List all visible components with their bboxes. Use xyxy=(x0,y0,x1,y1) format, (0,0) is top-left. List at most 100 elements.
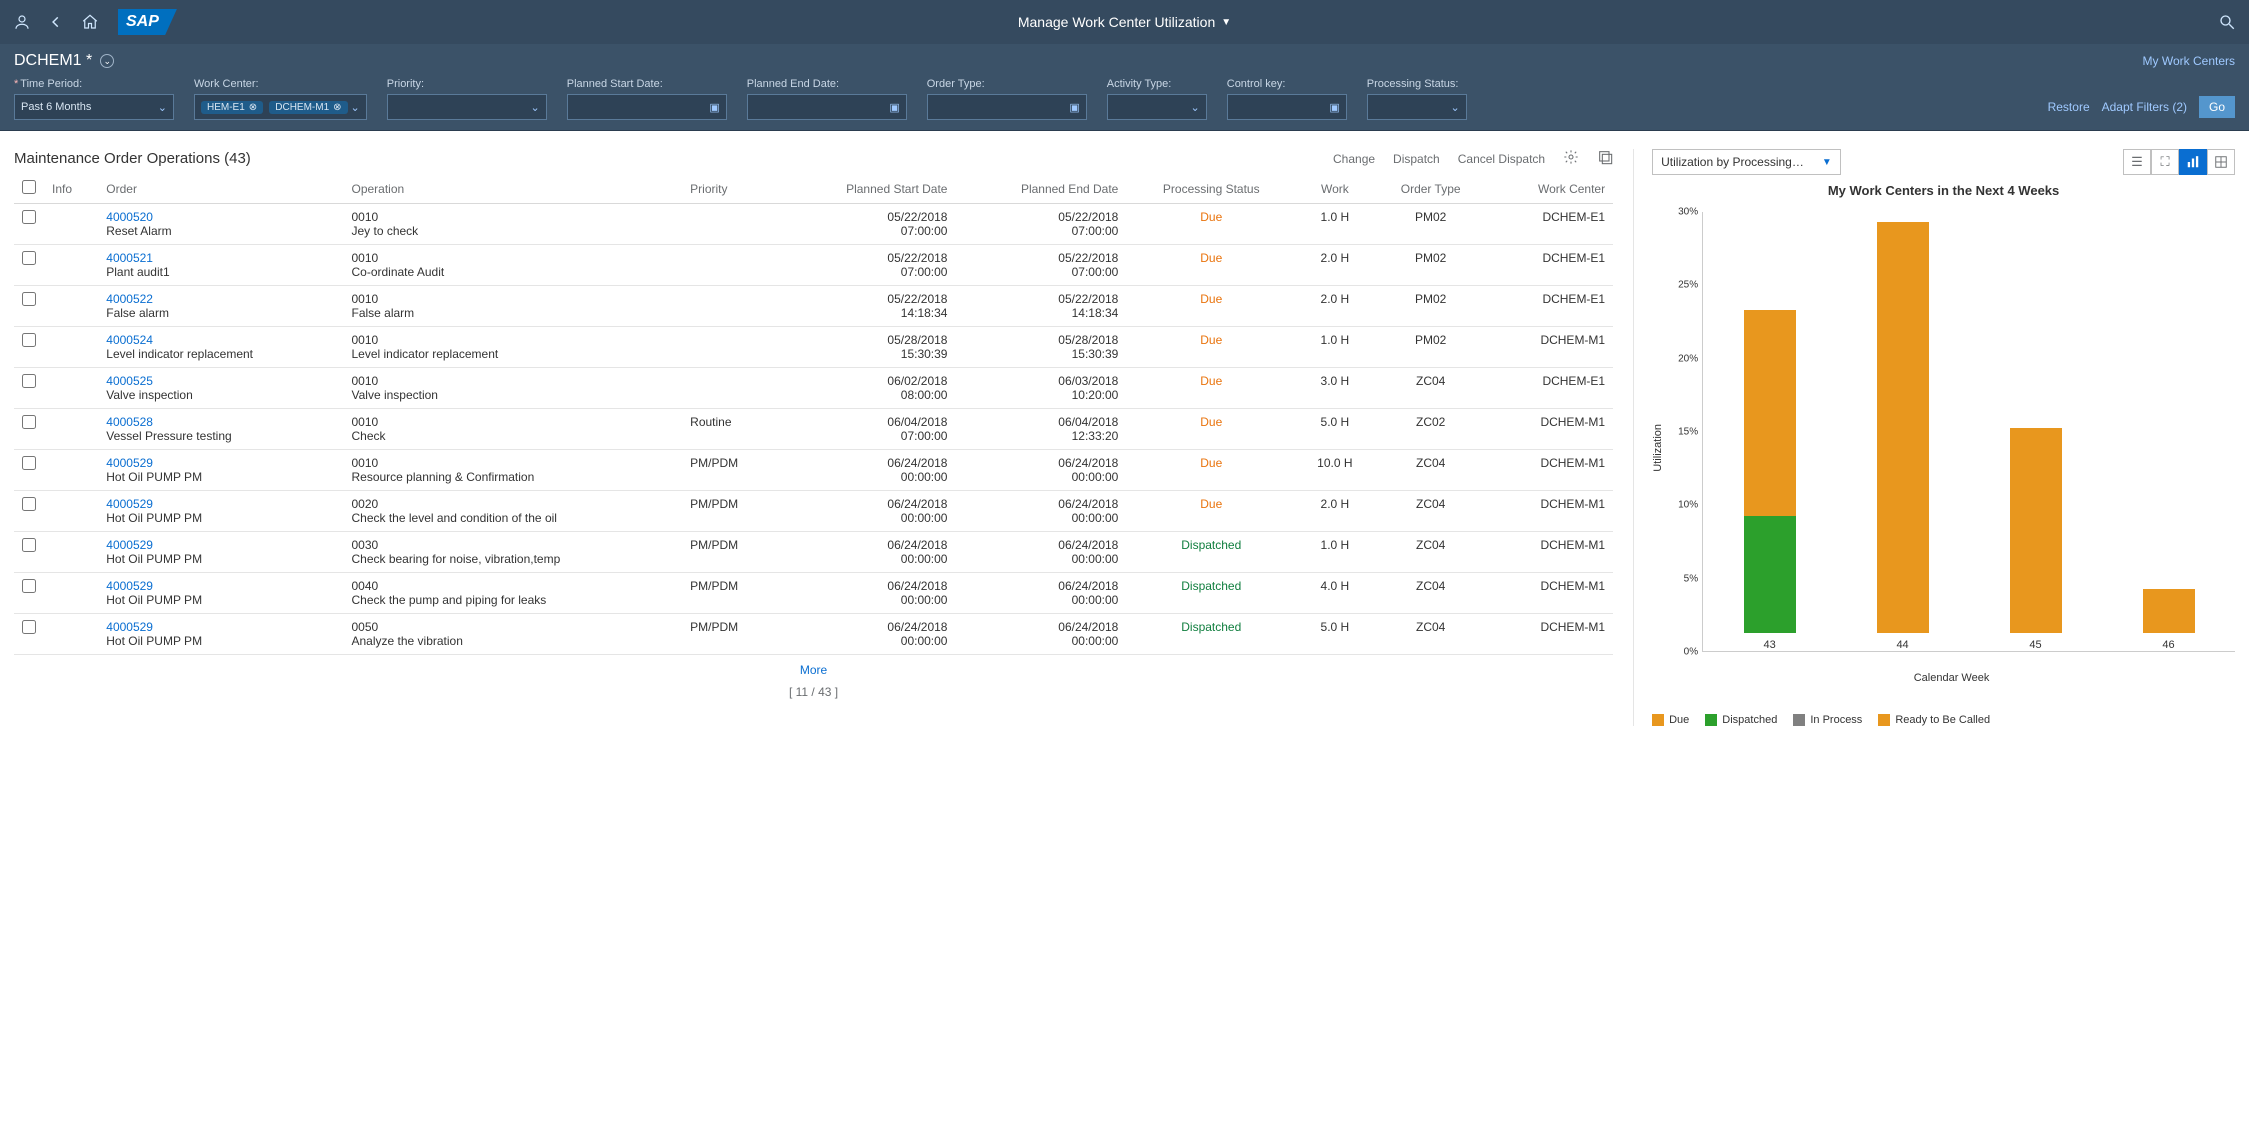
order-link[interactable]: 4000529 xyxy=(106,497,335,511)
order-link[interactable]: 4000525 xyxy=(106,374,335,388)
table-row[interactable]: 4000522False alarm0010False alarm05/22/2… xyxy=(14,286,1613,327)
table-row[interactable]: 4000529Hot Oil PUMP PM0030Check bearing … xyxy=(14,532,1613,573)
row-checkbox[interactable] xyxy=(22,251,36,265)
pstart-time: 00:00:00 xyxy=(787,634,948,648)
pend-time: 15:30:39 xyxy=(963,347,1118,361)
col-work-center[interactable]: Work Center xyxy=(1488,174,1613,204)
table-row[interactable]: 4000528Vessel Pressure testing0010CheckR… xyxy=(14,409,1613,450)
order-type-input[interactable]: ▣ xyxy=(927,94,1087,120)
chart-title: My Work Centers in the Next 4 Weeks xyxy=(1652,183,2235,198)
work-center-input[interactable]: HEM-E1 ⊗ DCHEM-M1 ⊗ ⌄ xyxy=(194,94,367,120)
user-icon[interactable] xyxy=(12,12,32,32)
more-link[interactable]: More xyxy=(14,655,1613,685)
value-help-icon[interactable]: ▣ xyxy=(889,101,899,114)
planned-start-input[interactable]: ▣ xyxy=(567,94,727,120)
order-link[interactable]: 4000528 xyxy=(106,415,335,429)
variant-selector[interactable]: DCHEM1 * ⌄ xyxy=(14,52,114,70)
col-operation[interactable]: Operation xyxy=(343,174,682,204)
token[interactable]: DCHEM-M1 ⊗ xyxy=(269,101,347,114)
col-priority[interactable]: Priority xyxy=(682,174,778,204)
bar-column[interactable]: 46 xyxy=(2122,212,2215,651)
row-checkbox[interactable] xyxy=(22,456,36,470)
order-link[interactable]: 4000520 xyxy=(106,210,335,224)
order-link[interactable]: 4000529 xyxy=(106,579,335,593)
row-checkbox[interactable] xyxy=(22,210,36,224)
col-order[interactable]: Order xyxy=(98,174,343,204)
table-row[interactable]: 4000525Valve inspection0010Valve inspect… xyxy=(14,368,1613,409)
value-help-icon[interactable]: ▣ xyxy=(709,101,719,114)
value-help-icon[interactable]: ▣ xyxy=(1329,101,1339,114)
col-info[interactable]: Info xyxy=(44,174,98,204)
variant-header: DCHEM1 * ⌄ My Work Centers xyxy=(0,44,2249,78)
operation-number: 0010 xyxy=(351,210,674,224)
time-period-select[interactable]: Past 6 Months ⌄ xyxy=(14,94,174,120)
col-work[interactable]: Work xyxy=(1296,174,1373,204)
go-button[interactable]: Go xyxy=(2199,96,2235,118)
table-row[interactable]: 4000529Hot Oil PUMP PM0010Resource plann… xyxy=(14,450,1613,491)
bar-segment-due[interactable] xyxy=(1877,222,1929,633)
order-link[interactable]: 4000522 xyxy=(106,292,335,306)
row-checkbox[interactable] xyxy=(22,620,36,634)
row-checkbox[interactable] xyxy=(22,333,36,347)
processing-status-select[interactable]: ⌄ xyxy=(1367,94,1467,120)
work-center-cell: DCHEM-E1 xyxy=(1488,245,1613,286)
activity-type-select[interactable]: ⌄ xyxy=(1107,94,1207,120)
my-work-centers-link[interactable]: My Work Centers xyxy=(2143,54,2235,68)
view-list-icon[interactable]: ☰ xyxy=(2123,149,2151,175)
back-icon[interactable] xyxy=(46,12,66,32)
y-tick: 25% xyxy=(1668,280,1698,291)
col-processing-status[interactable]: Processing Status xyxy=(1126,174,1296,204)
value-help-icon[interactable]: ▣ xyxy=(1069,101,1079,114)
row-checkbox[interactable] xyxy=(22,292,36,306)
priority-select[interactable]: ⌄ xyxy=(387,94,547,120)
table-row[interactable]: 4000520Reset Alarm0010Jey to check05/22/… xyxy=(14,204,1613,245)
view-expand-icon[interactable]: ⛶ xyxy=(2151,149,2179,175)
chevron-down-icon: ⌄ xyxy=(531,101,540,114)
table-row[interactable]: 4000529Hot Oil PUMP PM0050Analyze the vi… xyxy=(14,614,1613,655)
order-desc: Level indicator replacement xyxy=(106,347,335,361)
order-link[interactable]: 4000524 xyxy=(106,333,335,347)
bar-segment-due[interactable] xyxy=(2010,428,2062,633)
row-checkbox[interactable] xyxy=(22,579,36,593)
bar-column[interactable]: 44 xyxy=(1856,212,1949,651)
view-table-icon[interactable] xyxy=(2207,149,2235,175)
export-icon[interactable] xyxy=(1597,149,1613,168)
table-row[interactable]: 4000521Plant audit10010Co-ordinate Audit… xyxy=(14,245,1613,286)
shell-title[interactable]: Manage Work Center Utilization ▼ xyxy=(1018,14,1231,30)
row-checkbox[interactable] xyxy=(22,538,36,552)
col-planned-end[interactable]: Planned End Date xyxy=(955,174,1126,204)
bar-segment-dispatched[interactable] xyxy=(1744,516,1796,633)
planned-end-input[interactable]: ▣ xyxy=(747,94,907,120)
restore-link[interactable]: Restore xyxy=(2048,100,2090,114)
bar-column[interactable]: 45 xyxy=(1989,212,2082,651)
select-all-checkbox[interactable] xyxy=(22,180,36,194)
home-icon[interactable] xyxy=(80,12,100,32)
pend-date: 05/22/2018 xyxy=(963,251,1118,265)
row-checkbox[interactable] xyxy=(22,374,36,388)
order-link[interactable]: 4000529 xyxy=(106,538,335,552)
col-order-type[interactable]: Order Type xyxy=(1374,174,1488,204)
row-checkbox[interactable] xyxy=(22,415,36,429)
order-link[interactable]: 4000521 xyxy=(106,251,335,265)
order-link[interactable]: 4000529 xyxy=(106,620,335,634)
token[interactable]: HEM-E1 ⊗ xyxy=(201,101,263,114)
table-row[interactable]: 4000529Hot Oil PUMP PM0040Check the pump… xyxy=(14,573,1613,614)
control-key-input[interactable]: ▣ xyxy=(1227,94,1347,120)
table-row[interactable]: 4000524Level indicator replacement0010Le… xyxy=(14,327,1613,368)
work-center-cell: DCHEM-M1 xyxy=(1488,532,1613,573)
view-chart-icon[interactable] xyxy=(2179,149,2207,175)
chart-measure-select[interactable]: Utilization by Processing… ▼ xyxy=(1652,149,1841,175)
cancel-dispatch-button[interactable]: Cancel Dispatch xyxy=(1458,152,1545,166)
change-button[interactable]: Change xyxy=(1333,152,1375,166)
settings-icon[interactable] xyxy=(1563,149,1579,168)
dispatch-button[interactable]: Dispatch xyxy=(1393,152,1440,166)
table-row[interactable]: 4000529Hot Oil PUMP PM0020Check the leve… xyxy=(14,491,1613,532)
adapt-filters-link[interactable]: Adapt Filters (2) xyxy=(2102,100,2187,114)
search-icon[interactable] xyxy=(2217,12,2237,32)
row-checkbox[interactable] xyxy=(22,497,36,511)
bar-column[interactable]: 43 xyxy=(1723,212,1816,651)
bar-segment-due[interactable] xyxy=(2143,589,2195,633)
col-planned-start[interactable]: Planned Start Date xyxy=(779,174,956,204)
bar-segment-due[interactable] xyxy=(1744,310,1796,515)
order-link[interactable]: 4000529 xyxy=(106,456,335,470)
